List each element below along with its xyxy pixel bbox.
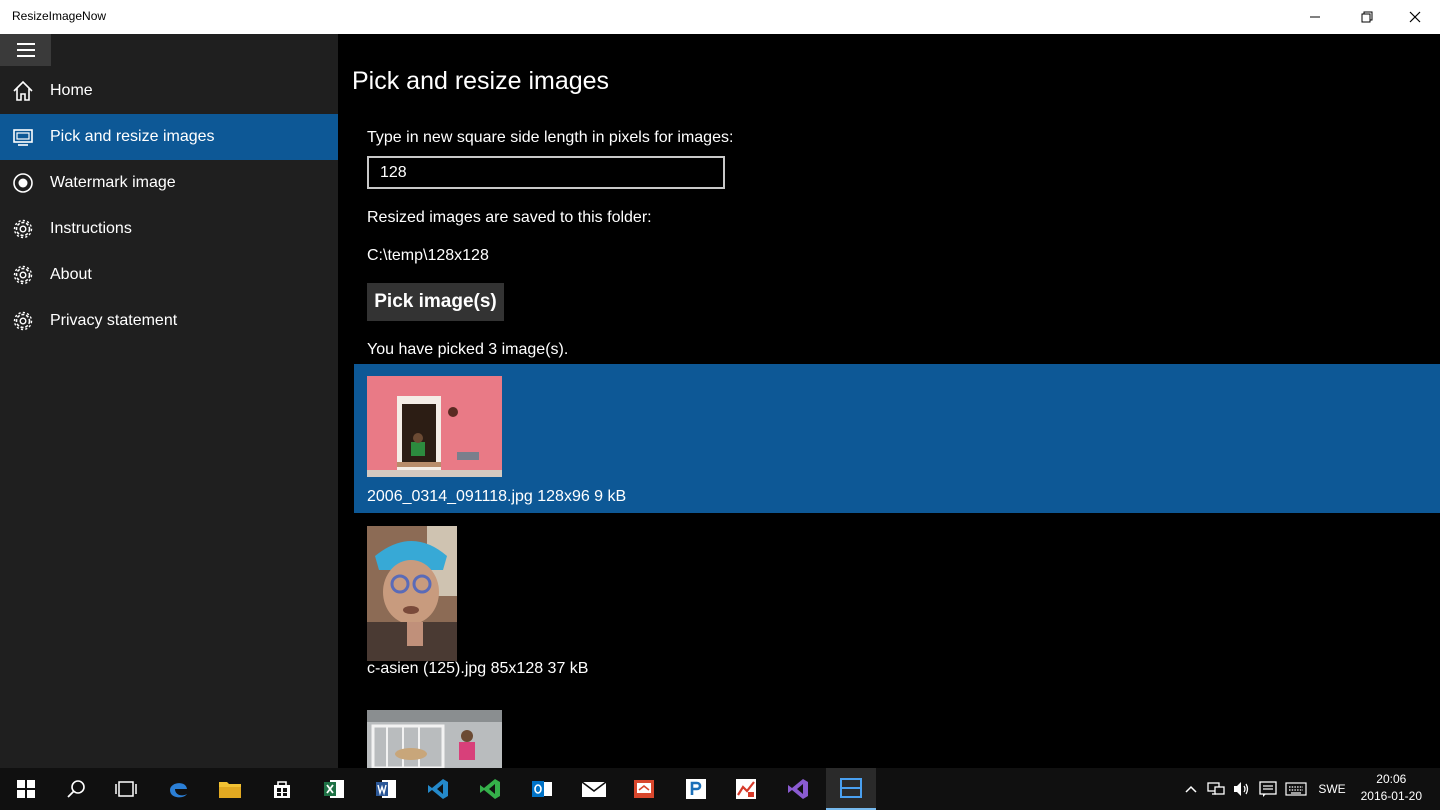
outlook-icon: [532, 781, 552, 797]
sidebar-item-watermark[interactable]: Watermark image: [0, 160, 338, 206]
minimize-button[interactable]: [1292, 0, 1338, 34]
folder-label: Resized images are saved to this folder:: [367, 209, 652, 226]
taskbar-outlook[interactable]: [518, 768, 566, 810]
taskbar-app-p[interactable]: [672, 768, 720, 810]
sidebar-item-label: Home: [50, 82, 93, 99]
gear-icon: [11, 217, 35, 241]
taskbar-word[interactable]: [362, 768, 410, 810]
p-app-icon: [686, 779, 706, 799]
windows-icon: [17, 780, 35, 798]
page-title: Pick and resize images: [352, 67, 610, 95]
volume-button[interactable]: [1230, 768, 1254, 810]
sidebar-item-instructions[interactable]: Instructions: [0, 206, 338, 252]
picked-status: You have picked 3 image(s).: [367, 341, 569, 358]
app-title: ResizeImageNow: [12, 9, 107, 23]
sidebar-item-about[interactable]: About: [0, 252, 338, 298]
taskbar-vscode[interactable]: [414, 768, 462, 810]
list-item[interactable]: c-asien (125).jpg 85x128 37 kB: [354, 514, 1440, 694]
image-caption: 2006_0314_091118.jpg 128x96 9 kB: [367, 488, 627, 505]
folder-icon: [219, 782, 241, 798]
store-icon: [274, 781, 290, 798]
sidebar-item-home[interactable]: Home: [0, 68, 338, 114]
search-button[interactable]: [52, 768, 100, 810]
mail-icon: [581, 781, 607, 797]
chevron-up-icon: [1185, 785, 1197, 793]
taskbar-file-explorer[interactable]: [206, 768, 254, 810]
search-icon: [67, 780, 85, 798]
edge-icon: [170, 783, 187, 798]
task-view-icon: [115, 781, 137, 797]
sidebar-item-label: Privacy statement: [50, 312, 178, 329]
keyboard-button[interactable]: [1282, 768, 1310, 810]
taskbar: SWE 20:06 2016-01-20: [0, 768, 1440, 810]
gear-icon: [11, 309, 35, 333]
taskbar-store[interactable]: [258, 768, 306, 810]
image-thumbnail: [367, 710, 502, 768]
sidebar-item-label: Instructions: [50, 220, 132, 237]
size-label: Type in new square side length in pixels…: [367, 129, 734, 146]
close-icon: [1409, 11, 1421, 23]
image-caption: c-asien (125).jpg 85x128 37 kB: [367, 660, 589, 677]
word-icon: [376, 780, 396, 798]
close-button[interactable]: [1392, 0, 1438, 34]
image-thumbnail: [367, 376, 502, 477]
radio-icon: [11, 171, 35, 195]
task-view-button[interactable]: [102, 768, 150, 810]
list-item[interactable]: 2006_0314_091118.jpg 128x96 9 kB: [354, 364, 1440, 513]
display-icon: [11, 125, 35, 149]
taskbar-app-red[interactable]: [620, 768, 668, 810]
vscode-icon: [428, 779, 448, 799]
excel-icon: [324, 780, 344, 798]
keyboard-icon: [1285, 782, 1307, 796]
pick-images-button[interactable]: Pick image(s): [367, 283, 504, 321]
taskbar-app-chart[interactable]: [722, 768, 770, 810]
clock-date: 2016-01-20: [1360, 789, 1422, 803]
clock-time: 20:06: [1376, 772, 1407, 786]
start-button[interactable]: [2, 768, 50, 810]
presentation-icon: [634, 780, 654, 798]
sidebar: Home Pick and resize images Watermark im…: [0, 34, 338, 768]
folder-path: C:\temp\128x128: [367, 247, 489, 264]
size-input[interactable]: [367, 156, 725, 189]
main-content: Pick and resize images Type in new squar…: [338, 34, 1440, 768]
restore-button[interactable]: [1344, 0, 1390, 34]
title-bar: ResizeImageNow: [0, 0, 1440, 34]
clock[interactable]: 20:06 2016-01-20: [1361, 771, 1422, 805]
taskbar-excel[interactable]: [310, 768, 358, 810]
show-hidden-icons-button[interactable]: [1180, 768, 1202, 810]
vs-green-icon: [480, 779, 500, 799]
notification-icon: [1259, 781, 1277, 797]
sidebar-item-label: Pick and resize images: [50, 128, 215, 145]
taskbar-mail[interactable]: [570, 768, 618, 810]
taskbar-visual-studio[interactable]: [774, 768, 822, 810]
language-indicator[interactable]: SWE: [1314, 768, 1350, 810]
home-icon: [11, 79, 35, 103]
network-icon: [1207, 782, 1225, 795]
gear-icon: [11, 263, 35, 287]
sidebar-item-privacy[interactable]: Privacy statement: [0, 298, 338, 344]
list-item[interactable]: [354, 698, 1440, 768]
visual-studio-icon: [788, 779, 808, 799]
sidebar-item-label: Watermark image: [50, 174, 176, 191]
hamburger-button[interactable]: [0, 34, 51, 66]
action-center-button[interactable]: [1256, 768, 1280, 810]
volume-icon: [1234, 782, 1249, 796]
taskbar-resizeimagenow[interactable]: [826, 768, 876, 810]
chart-app-icon: [736, 779, 756, 799]
taskbar-visual-studio-green[interactable]: [466, 768, 514, 810]
sidebar-item-label: About: [50, 266, 92, 283]
network-button[interactable]: [1204, 768, 1228, 810]
taskbar-edge[interactable]: [154, 768, 202, 810]
restore-icon: [1361, 11, 1373, 23]
sidebar-item-pick-and-resize[interactable]: Pick and resize images: [0, 114, 338, 160]
resize-app-icon: [840, 778, 862, 798]
minimize-icon: [1310, 16, 1320, 18]
hamburger-icon: [16, 43, 35, 57]
image-thumbnail: [367, 526, 457, 661]
